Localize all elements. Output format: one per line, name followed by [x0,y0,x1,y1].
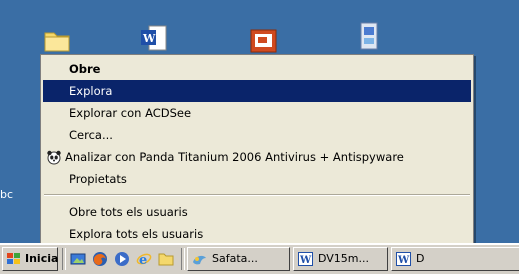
firefox-icon[interactable] [92,251,108,267]
task-label: Safata... [212,252,258,265]
menu-item-open-all-users[interactable]: Obre tots els usuaris [43,201,471,223]
windows-logo-icon [6,252,22,266]
menu-item-explore[interactable]: Explora [43,80,471,102]
taskbar-separator [62,248,66,270]
folder-icon[interactable] [44,28,70,56]
task-button-dv15m[interactable]: W DV15m... [293,247,388,271]
taskbar-separator [181,248,185,270]
internet-explorer-icon[interactable]: e [136,251,152,268]
menu-item-open[interactable]: Obre [43,58,471,80]
task-label: DV15m... [318,252,370,265]
svg-text:W: W [299,255,312,266]
panda-icon [46,149,62,165]
media-player-icon[interactable] [114,251,130,267]
task-button-d[interactable]: W D [391,247,519,271]
menu-item-label: Explora [69,84,113,98]
menu-item-panda-scan[interactable]: Analizar con Panda Titanium 2006 Antivir… [43,146,471,168]
setup-installer-icon[interactable] [355,22,381,50]
menu-item-explore-acdsee[interactable]: Explorar con ACDSee [43,102,471,124]
menu-item-label: Cerca... [69,128,113,142]
menu-item-label: Obre tots els usuaris [69,205,188,219]
menu-item-properties[interactable]: Propietats [43,168,471,190]
menu-item-label: Explorar con ACDSee [69,106,192,120]
show-desktop-icon[interactable] [70,251,86,267]
taskbar: Inicia e Safata... W DV15m... W D [0,243,519,274]
start-button[interactable]: Inicia [2,247,58,271]
menu-item-explore-all-users[interactable]: Explora tots els usuaris [43,223,471,245]
desktop-icon-label: bc [0,188,14,201]
safata-icon [192,252,207,266]
powerpoint-icon[interactable] [250,28,277,56]
menu-separator [44,194,470,196]
start-label: Inicia [25,252,59,265]
svg-text:W: W [397,255,410,266]
word-icon: W [298,252,313,266]
word-document-icon[interactable]: W [140,24,167,52]
menu-item-label: Analizar con Panda Titanium 2006 Antivir… [65,150,404,164]
menu-item-label: Explora tots els usuaris [69,227,204,241]
word-icon: W [396,252,411,266]
svg-text:e: e [139,253,147,267]
folder-icon[interactable] [158,251,174,267]
task-label: D [416,252,425,265]
svg-text:W: W [142,32,156,45]
task-button-safata[interactable]: Safata... [187,247,290,271]
context-menu: Obre Explora Explorar con ACDSee Cerca..… [40,54,474,259]
menu-item-label: Obre [69,62,101,76]
menu-item-search[interactable]: Cerca... [43,124,471,146]
menu-item-label: Propietats [69,172,127,186]
